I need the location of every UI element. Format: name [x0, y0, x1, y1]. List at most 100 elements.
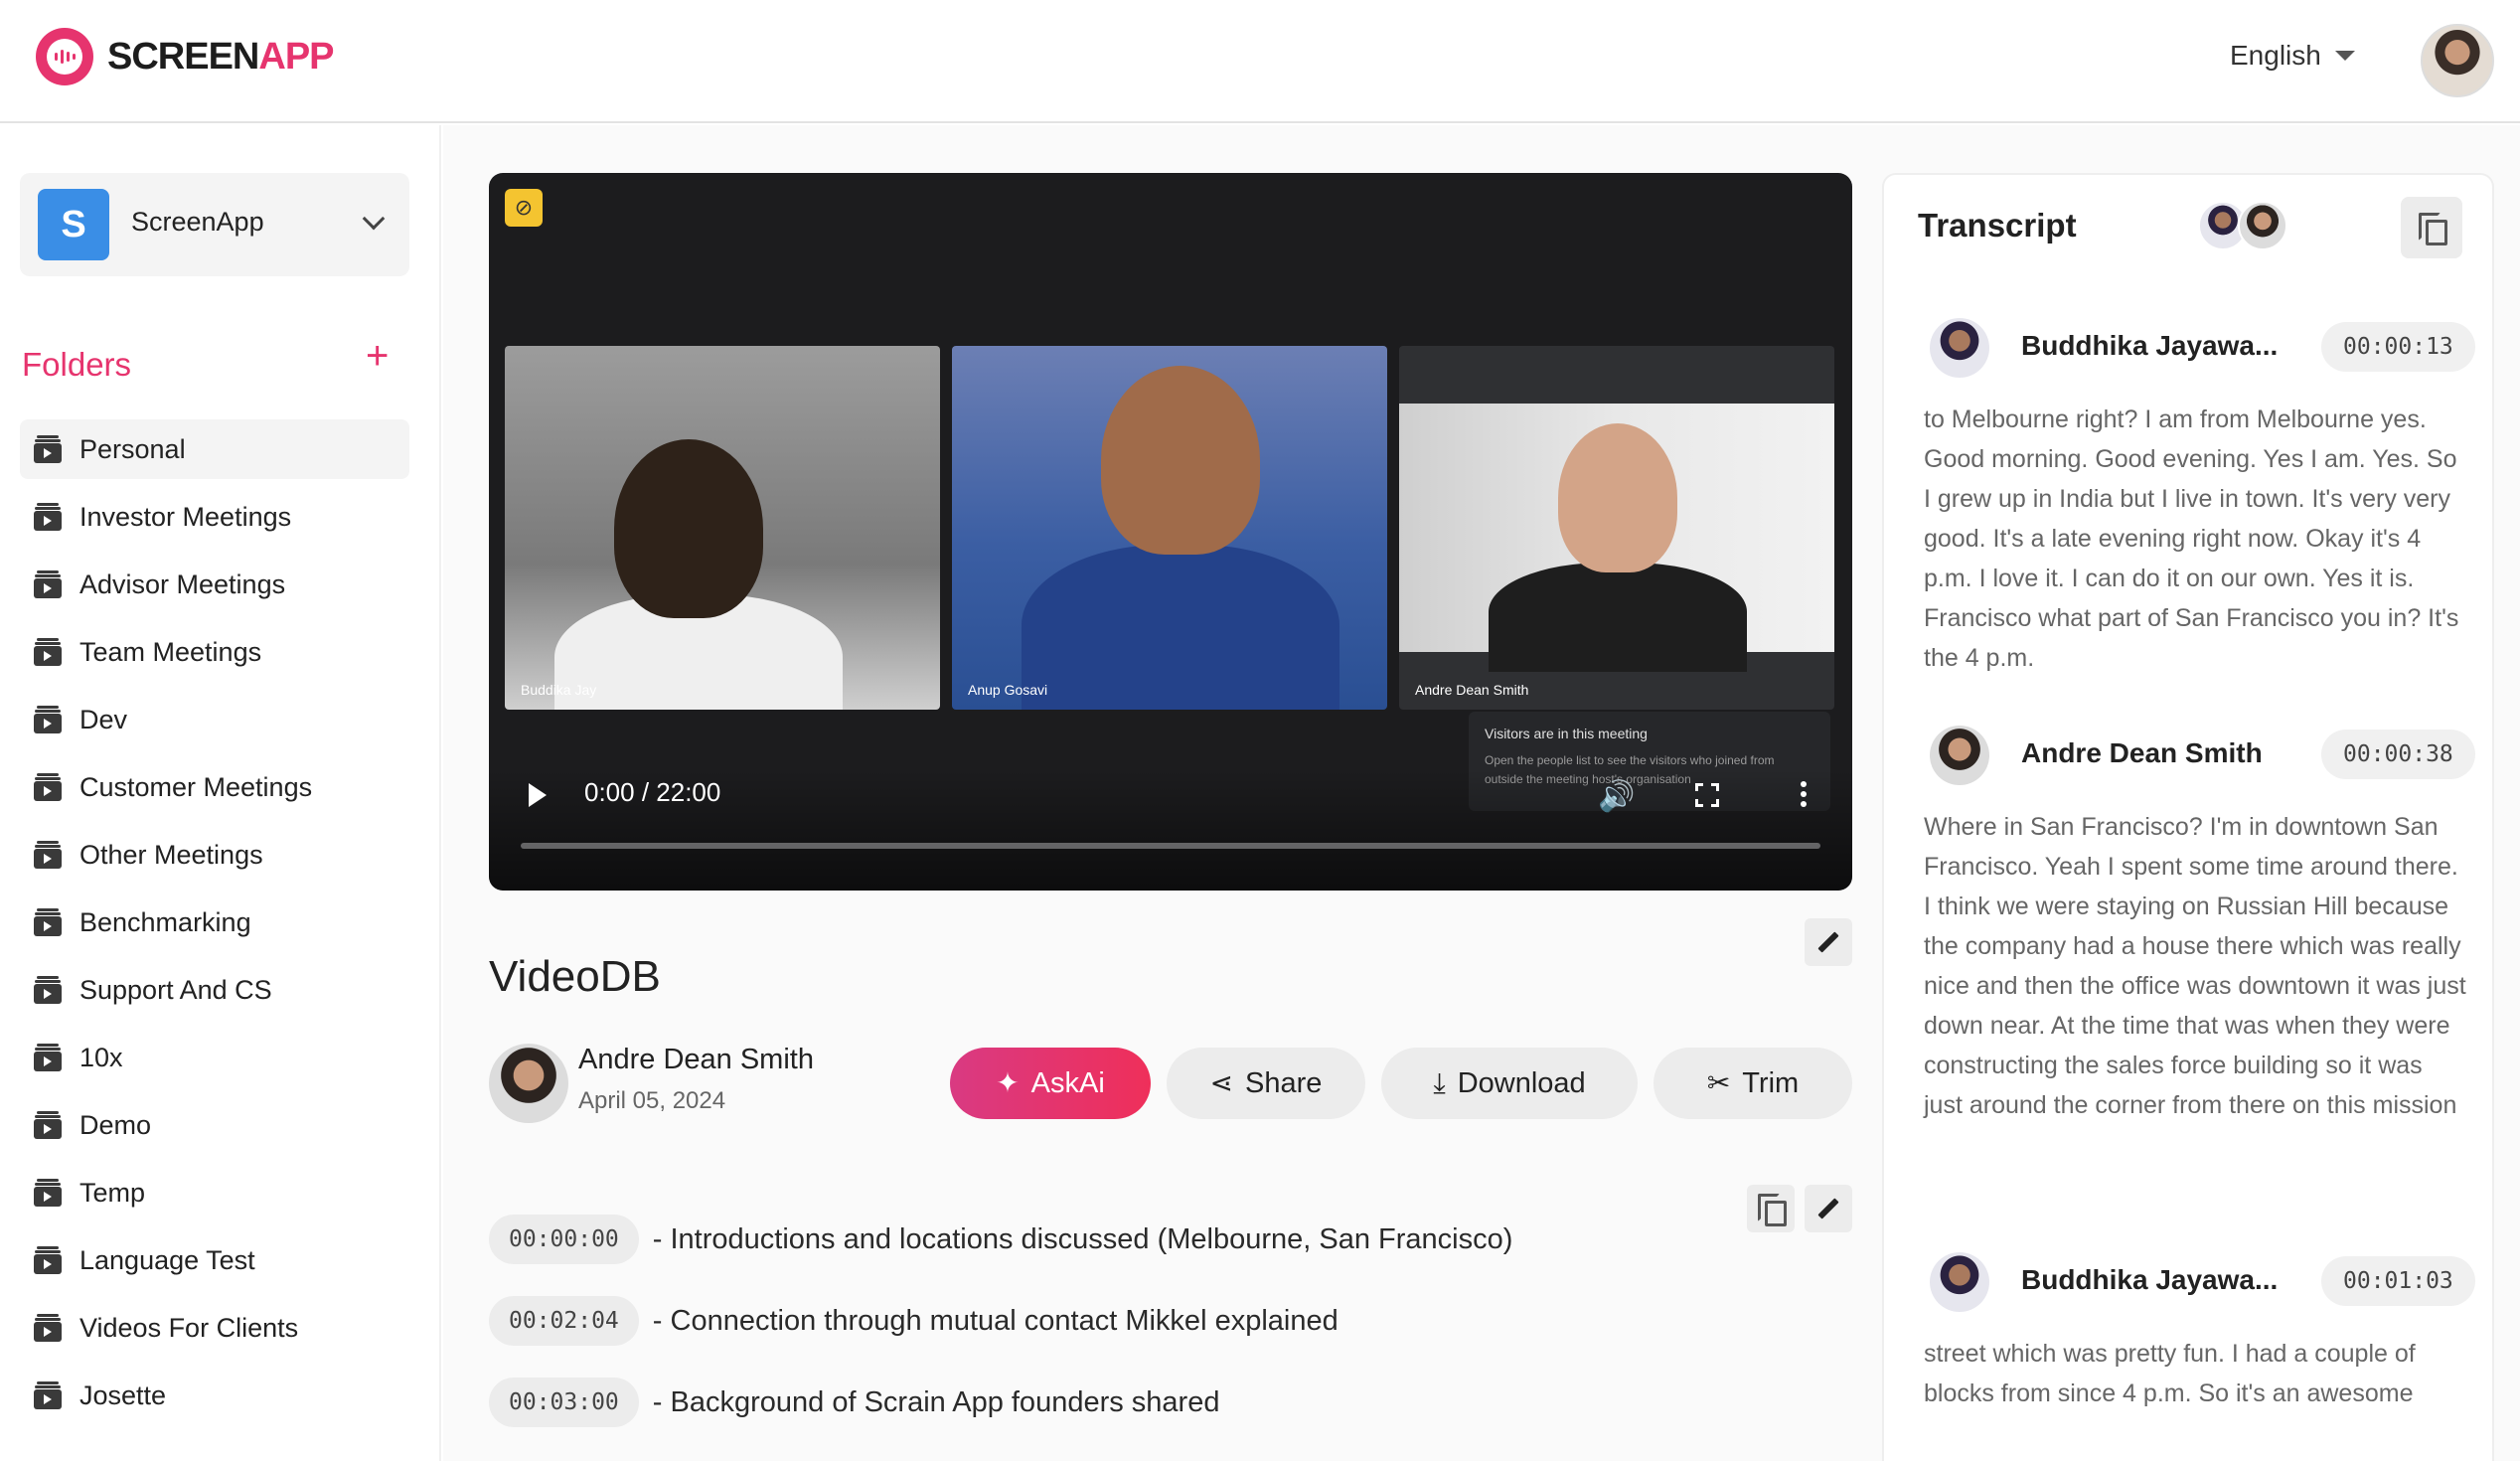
transcript-title: Transcript	[1918, 207, 2077, 244]
folder-label: Videos For Clients	[79, 1312, 299, 1343]
folder-label: Temp	[79, 1177, 146, 1208]
logo-icon	[36, 28, 93, 85]
folder-label: Language Test	[79, 1244, 255, 1275]
folder-label: 10x	[79, 1042, 123, 1072]
summary-timestamp[interactable]: 00:02:04	[489, 1296, 639, 1346]
summary-timestamp[interactable]: 00:00:00	[489, 1215, 639, 1264]
summary-text: - Connection through mutual contact Mikk…	[652, 1304, 1339, 1337]
sidebar-folder-item[interactable]: Team Meetings	[20, 622, 409, 682]
video-folder-icon	[34, 1246, 62, 1274]
transcript-timestamp[interactable]: 00:00:38	[2321, 730, 2475, 779]
video-folder-icon	[34, 1314, 62, 1342]
folder-label: Benchmarking	[79, 906, 251, 937]
video-folder-icon	[34, 908, 62, 936]
sidebar-folder-item[interactable]: Dev	[20, 690, 409, 749]
trim-button[interactable]: ✂ Trim	[1654, 1048, 1852, 1119]
folder-label: Investor Meetings	[79, 501, 292, 532]
logo-wordmark: SCREENAPP	[107, 35, 335, 78]
download-button[interactable]: ⤓ Download	[1381, 1048, 1638, 1119]
video-progress-bar[interactable]	[521, 843, 1820, 849]
speaker-name: Buddhika Jayawa...	[2021, 1264, 2279, 1295]
sidebar-folder-item[interactable]: Josette	[20, 1366, 409, 1425]
speaker-name: Buddhika Jayawa...	[2021, 330, 2279, 361]
sidebar-folder-item[interactable]: Temp	[20, 1163, 409, 1222]
sidebar-folder-item[interactable]: 10x	[20, 1028, 409, 1087]
more-options-icon[interactable]	[1801, 781, 1807, 811]
summary-timestamp[interactable]: 00:03:00	[489, 1378, 639, 1427]
video-folder-icon	[34, 1381, 62, 1409]
author-avatar	[489, 1044, 568, 1123]
pencil-icon	[1815, 929, 1841, 955]
summary-text: - Introductions and locations discussed …	[652, 1222, 1513, 1255]
edit-title-button[interactable]	[1805, 918, 1852, 966]
folder-label: Dev	[79, 704, 128, 734]
chevron-down-icon	[362, 207, 386, 231]
play-icon[interactable]	[529, 783, 547, 807]
add-folder-button[interactable]: +	[366, 336, 389, 376]
user-avatar[interactable]	[2421, 24, 2494, 97]
language-label: English	[2230, 40, 2321, 71]
folder-label: Support And CS	[79, 974, 272, 1005]
video-folder-icon	[34, 638, 62, 666]
speaker-avatar	[1930, 726, 1989, 785]
camera-off-icon: ⊘	[505, 189, 543, 227]
participant-tile-2: Anup Gosavi	[952, 346, 1387, 710]
sidebar-folder-item[interactable]: Advisor Meetings	[20, 555, 409, 614]
video-folder-icon	[34, 706, 62, 733]
summary-item: 00:03:00 - Background of Scrain App foun…	[489, 1378, 1219, 1427]
participant-name: Buddika Jay	[521, 682, 597, 698]
speaker-name: Andre Dean Smith	[2021, 737, 2263, 768]
folder-label: Demo	[79, 1109, 152, 1140]
sidebar-folder-item[interactable]: Customer Meetings	[20, 757, 409, 817]
folder-label: Personal	[79, 433, 186, 464]
fullscreen-icon[interactable]	[1695, 783, 1719, 807]
participant-name: Andre Dean Smith	[1415, 682, 1529, 698]
sidebar-folder-item[interactable]: Other Meetings	[20, 825, 409, 885]
participant-tile-1: Buddika Jay	[505, 346, 940, 710]
video-folder-icon	[34, 976, 62, 1004]
magic-wand-icon: ✦	[996, 1067, 1020, 1098]
video-time: 0:00 / 22:00	[584, 777, 721, 807]
folder-label: Team Meetings	[79, 636, 262, 667]
summary-text: - Background of Scrain App founders shar…	[652, 1385, 1220, 1418]
video-folder-icon	[34, 773, 62, 801]
transcript-timestamp[interactable]: 00:01:03	[2321, 1256, 2475, 1306]
screenapp-logo[interactable]: SCREENAPP	[36, 28, 335, 85]
video-folder-icon	[34, 1044, 62, 1071]
download-icon: ⤓	[1433, 1067, 1446, 1098]
sidebar-folder-item[interactable]: Support And CS	[20, 960, 409, 1020]
speaker-avatar	[1930, 318, 1989, 378]
sidebar-folder-item[interactable]: Investor Meetings	[20, 487, 409, 547]
copy-icon	[1758, 1194, 1787, 1226]
caret-down-icon	[2334, 51, 2355, 61]
visitors-title: Visitors are in this meeting	[1485, 726, 1648, 741]
sidebar-folder-item[interactable]: Personal	[20, 419, 409, 479]
copy-transcript-button[interactable]	[2401, 197, 2462, 258]
sidebar-folder-item[interactable]: Videos For Clients	[20, 1298, 409, 1358]
recording-title: VideoDB	[489, 952, 661, 1001]
video-folder-icon	[34, 503, 62, 531]
folder-label: Josette	[79, 1380, 167, 1410]
workspace-name: ScreenApp	[131, 207, 264, 237]
workspace-switcher[interactable]: S ScreenApp	[20, 173, 409, 276]
askai-button[interactable]: ✦ AskAi	[950, 1048, 1151, 1119]
folder-label: Advisor Meetings	[79, 568, 286, 599]
folders-heading: Folders	[22, 346, 132, 383]
language-selector[interactable]: English	[2230, 40, 2355, 72]
sidebar-folder-item[interactable]: Benchmarking	[20, 893, 409, 952]
edit-summary-button[interactable]	[1805, 1185, 1852, 1232]
recording-date: April 05, 2024	[578, 1087, 726, 1114]
share-button[interactable]: ⋖ Share	[1167, 1048, 1365, 1119]
share-icon: ⋖	[1209, 1067, 1234, 1098]
transcript-timestamp[interactable]: 00:00:13	[2321, 322, 2475, 372]
volume-icon[interactable]: 🔊	[1598, 779, 1635, 814]
sidebar: S ScreenApp Folders + Personal Investor M…	[0, 125, 441, 1461]
transcript-panel: Transcript Buddhika Jayawa... 00:00:13 t…	[1882, 173, 2494, 1461]
summary-item: 00:02:04 - Connection through mutual con…	[489, 1296, 1339, 1346]
workspace-badge: S	[38, 189, 109, 260]
copy-summary-button[interactable]	[1747, 1185, 1795, 1232]
sidebar-folder-item[interactable]: Demo	[20, 1095, 409, 1155]
sidebar-folder-item[interactable]: Language Test	[20, 1230, 409, 1290]
transcript-text: Where in San Francisco? I'm in downtown …	[1924, 813, 2466, 1119]
video-folder-icon	[34, 435, 62, 463]
